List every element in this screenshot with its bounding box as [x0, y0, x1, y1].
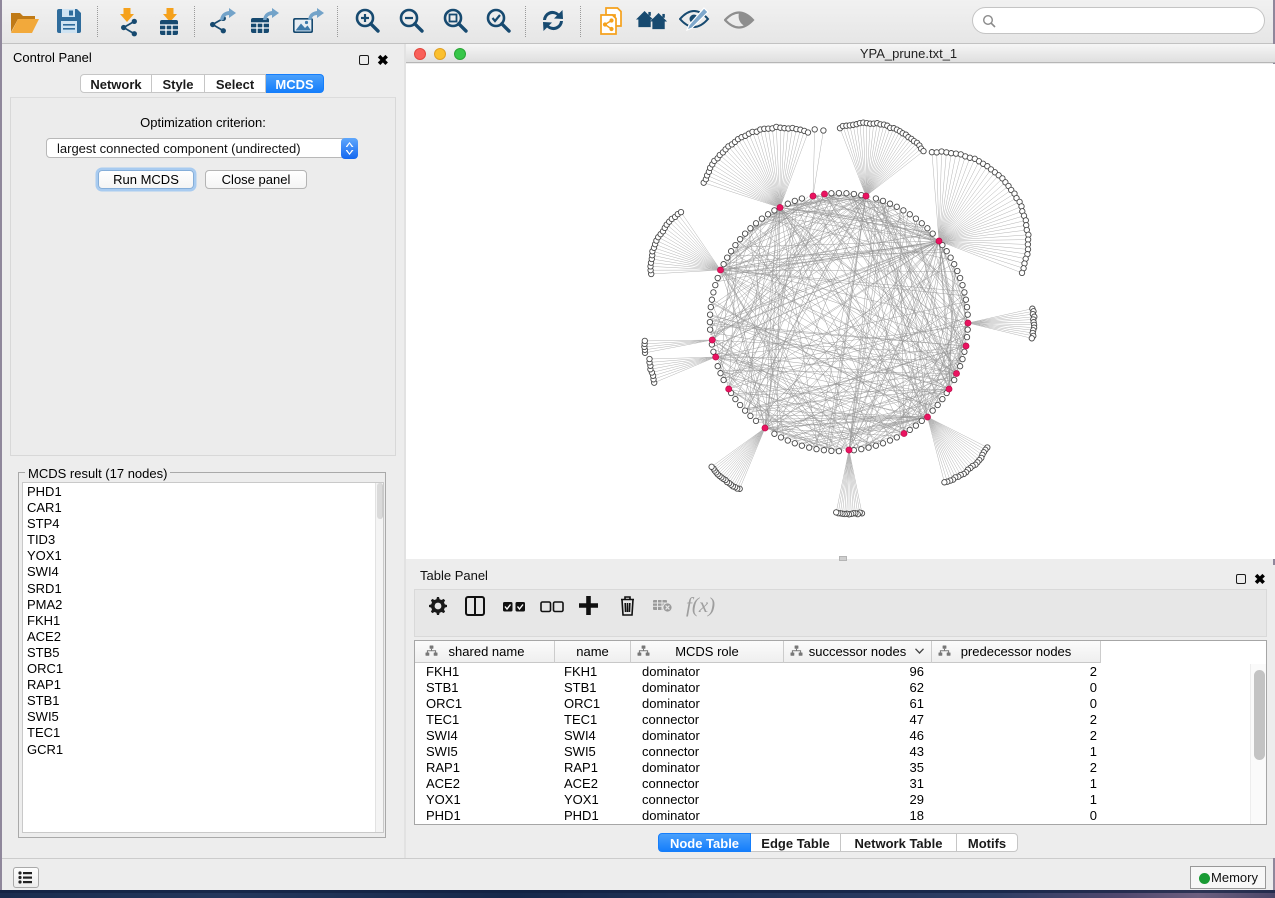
svg-text:f(x): f(x) [686, 593, 715, 617]
